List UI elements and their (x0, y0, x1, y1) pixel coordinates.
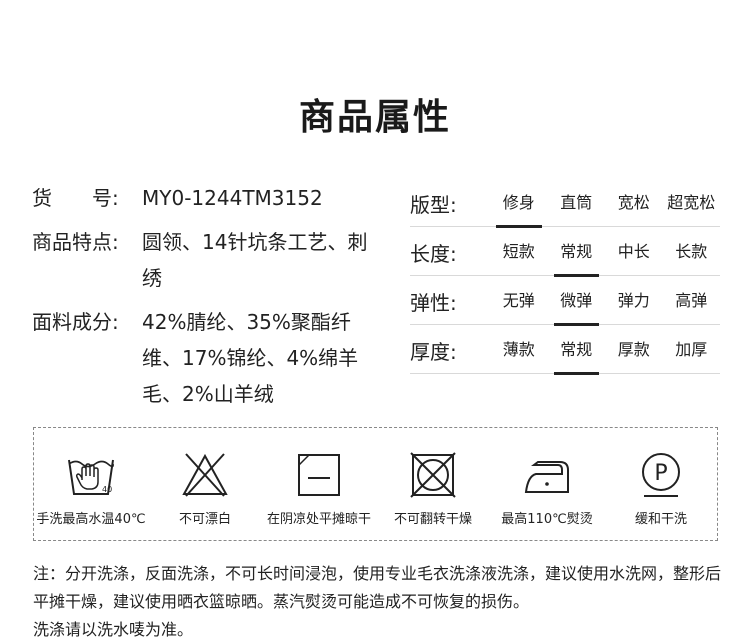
features-value: 圆领、14针坑条工艺、刺绣 (142, 230, 368, 290)
care-dry-clean: P 缓和干洗 (604, 428, 718, 542)
care-note-line-2: 洗涤请以洗水唛为准。 (33, 620, 194, 639)
hand-wash-icon: 40 (68, 459, 114, 495)
attribute-selector: 版型: 修身 直筒 宽松 超宽松 长度: 短款 常规 中长 长款 弹性: 无弹 … (410, 180, 720, 376)
fit-option: 超宽松 (667, 193, 716, 212)
thickness-option: 常规 (548, 327, 606, 375)
sku-label: 货 号: (32, 186, 119, 210)
thickness-option: 加厚 (675, 340, 708, 359)
length-option: 短款 (502, 242, 535, 261)
dry-clean-symbol: P (654, 461, 667, 486)
attr-thickness-row: 厚度: 薄款 常规 厚款 加厚 (410, 327, 720, 375)
page-title: 商品属性 (298, 97, 451, 138)
care-note-line-1: 注：分开洗涤，反面洗涤，不可长时间浸泡，使用专业毛衣洗涤液洗涤，建议使用水洗网，… (33, 564, 722, 611)
fabric-label: 面料成分: (32, 310, 119, 334)
attr-fit-row: 版型: 修身 直筒 宽松 超宽松 (410, 180, 720, 228)
attr-thickness-label: 厚度: (410, 339, 457, 364)
elasticity-option: 微弹 (548, 278, 606, 326)
care-instructions: 40 手洗最高水温40℃ 不可漂白 在阴凉处平摊晾干 不可翻转干燥 最高110℃… (33, 427, 718, 541)
care-iron: 最高110℃熨烫 (490, 428, 604, 542)
no-bleach-icon (182, 453, 228, 497)
care-no-tumble-dry: 不可翻转干燥 (376, 428, 490, 542)
length-option: 常规 (548, 229, 606, 277)
iron-110-icon (524, 461, 569, 493)
product-info: 货 号: MY0-1244TM3152 商品特点: 圆领、14针坑条工艺、刺绣 … (32, 180, 377, 420)
sku-row: 货 号: MY0-1244TM3152 (32, 180, 377, 216)
fit-option: 直筒 (560, 193, 593, 212)
features-row: 商品特点: 圆领、14针坑条工艺、刺绣 (32, 224, 377, 296)
sku-value: MY0-1244TM3152 (142, 186, 323, 210)
attr-length-label: 长度: (410, 241, 457, 266)
no-tumble-dry-icon (410, 452, 456, 498)
fit-option: 宽松 (617, 193, 650, 212)
features-label: 商品特点: (32, 230, 119, 254)
thickness-option: 厚款 (617, 340, 650, 359)
attr-elasticity-row: 弹性: 无弹 微弹 弹力 高弹 (410, 278, 720, 326)
care-hand-wash: 40 手洗最高水温40℃ (34, 428, 148, 542)
elasticity-option: 高弹 (675, 291, 708, 310)
care-no-bleach: 不可漂白 (148, 428, 262, 542)
attr-elasticity-label: 弹性: (410, 290, 457, 315)
wash-temp-text: 40 (102, 485, 112, 494)
care-label: 缓和干洗 (634, 512, 687, 527)
professional-dry-clean-icon: P (642, 453, 680, 497)
elasticity-option: 弹力 (617, 291, 650, 310)
fit-option: 修身 (490, 180, 548, 228)
fabric-value: 42%腈纶、35%聚酯纤维、17%锦纶、4%绵羊毛、2%山羊绒 (142, 310, 359, 406)
attr-length-row: 长度: 短款 常规 中长 长款 (410, 229, 720, 277)
care-note: 注：分开洗涤，反面洗涤，不可长时间浸泡，使用专业毛衣洗涤液洗涤，建议使用水洗网，… (33, 560, 733, 644)
shade-dry-flat-icon (298, 454, 340, 496)
care-shade-dry-flat: 在阴凉处平摊晾干 (262, 428, 376, 542)
attr-fit-label: 版型: (410, 192, 457, 217)
fabric-row: 面料成分: 42%腈纶、35%聚酯纤维、17%锦纶、4%绵羊毛、2%山羊绒 (32, 304, 377, 412)
length-option: 长款 (675, 242, 708, 261)
thickness-option: 薄款 (502, 340, 535, 359)
length-option: 中长 (617, 242, 650, 261)
elasticity-option: 无弹 (502, 291, 535, 310)
